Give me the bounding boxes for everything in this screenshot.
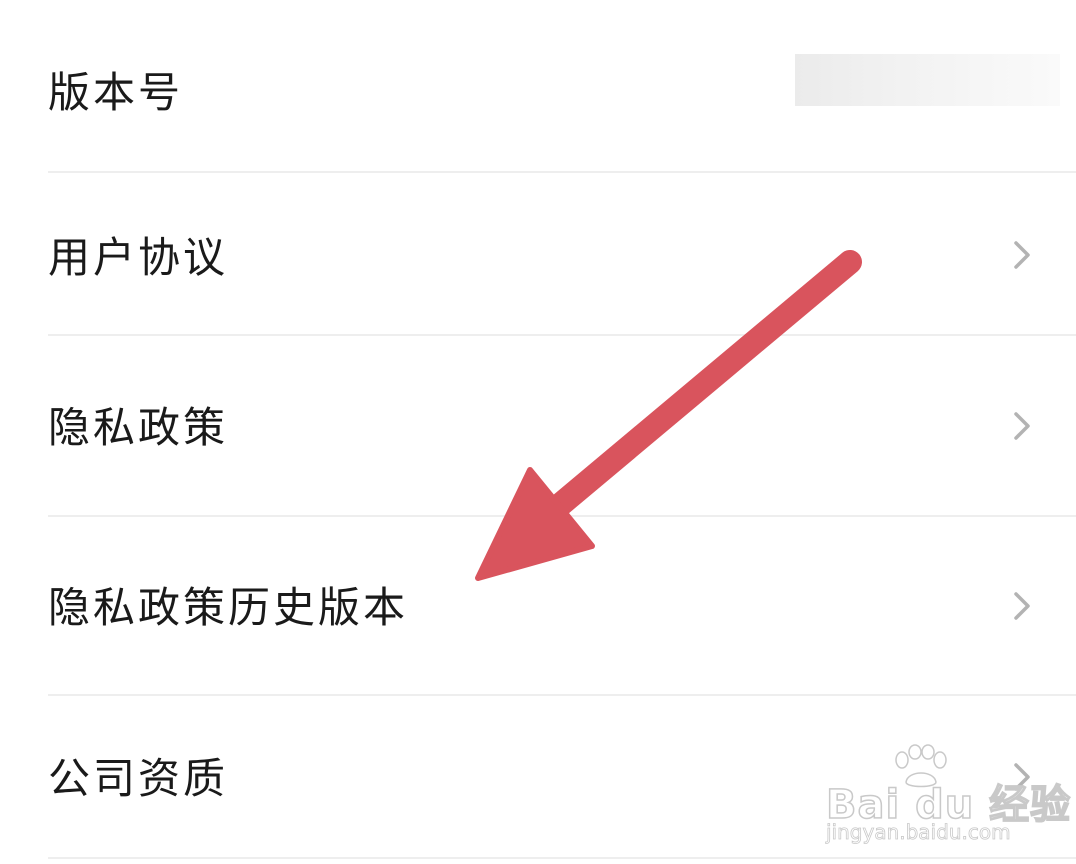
version-row: 版本号	[0, 0, 1076, 172]
watermark-site: jingyan.baidu.com	[826, 820, 1011, 845]
company-qualification-label: 公司资质	[48, 754, 229, 803]
privacy-policy-row[interactable]: 隐私政策	[0, 336, 1076, 515]
privacy-policy-history-row[interactable]: 隐私政策历史版本	[0, 517, 1076, 694]
privacy-policy-history-label: 隐私政策历史版本	[48, 583, 409, 632]
about-settings-page: 版本号 用户协议 隐私政策 隐私政策历史版本 公司资质 Bai du 经验 ji…	[0, 0, 1076, 864]
privacy-policy-label: 隐私政策	[48, 403, 229, 452]
chevron-right-icon	[1014, 592, 1030, 620]
chevron-right-icon	[1014, 412, 1030, 440]
chevron-right-icon	[1014, 241, 1030, 269]
baidu-jingyan-watermark: Bai du 经验 jingyan.baidu.com	[825, 742, 1071, 852]
version-value-redacted	[795, 54, 1060, 106]
version-label: 版本号	[48, 68, 184, 117]
divider	[48, 857, 1076, 859]
user-agreement-row[interactable]: 用户协议	[0, 173, 1076, 335]
user-agreement-label: 用户协议	[48, 233, 229, 282]
